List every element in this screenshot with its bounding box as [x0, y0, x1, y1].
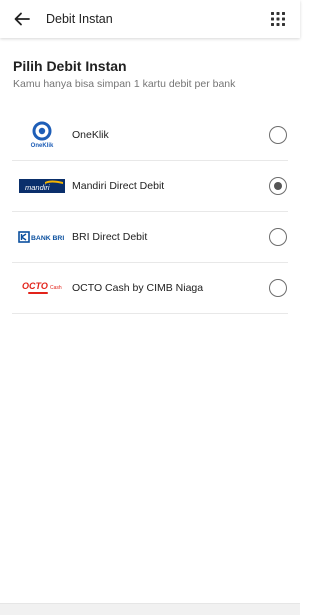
section-subtitle: Kamu hanya bisa simpan 1 kartu debit per…	[13, 78, 236, 90]
octo-cash-logo: OCTO Cash	[12, 274, 72, 302]
radio-oneklik[interactable]	[269, 126, 287, 144]
bri-logo: BANK BRI	[12, 223, 72, 251]
apps-grid-icon	[271, 12, 285, 26]
mandiri-logo: mandiri	[12, 172, 72, 200]
oneklik-logo-text: OneKlik	[31, 143, 54, 149]
bottom-bar	[0, 603, 300, 615]
back-button[interactable]	[10, 7, 34, 31]
octo-logo-subtext: Cash	[50, 285, 62, 291]
octo-logo-text: OCTO	[22, 281, 48, 291]
section-title: Pilih Debit Instan	[13, 58, 127, 74]
debit-options-list: OneKlik OneKlik mandiri Mandiri Direct D…	[12, 110, 288, 314]
option-label: OCTO Cash by CIMB Niaga	[72, 282, 204, 294]
option-oneklik[interactable]: OneKlik OneKlik	[12, 110, 288, 161]
radio-selected-dot	[274, 182, 282, 190]
mandiri-logo-text: mandiri	[25, 183, 50, 192]
radio-mandiri-direct-debit[interactable]	[269, 177, 287, 195]
app-screen: Debit Instan Pilih Debit Instan Kamu han…	[0, 0, 300, 615]
oneklik-logo: OneKlik	[12, 121, 72, 149]
radio-octo-cash-cimb-niaga[interactable]	[269, 279, 287, 297]
option-mandiri-direct-debit[interactable]: mandiri Mandiri Direct Debit	[12, 161, 288, 212]
bri-logo-text: BANK BRI	[31, 235, 64, 242]
arrow-left-icon	[14, 12, 30, 26]
apps-menu-button[interactable]	[266, 7, 290, 31]
option-bri-direct-debit[interactable]: BANK BRI BRI Direct Debit	[12, 212, 288, 263]
option-label: OneKlik	[72, 129, 109, 141]
option-octo-cash-cimb-niaga[interactable]: OCTO Cash OCTO Cash by CIMB Niaga	[12, 263, 288, 314]
radio-bri-direct-debit[interactable]	[269, 228, 287, 246]
page-title: Debit Instan	[46, 12, 113, 26]
option-label: Mandiri Direct Debit	[72, 180, 165, 192]
option-label: BRI Direct Debit	[72, 231, 148, 243]
top-app-bar: Debit Instan	[0, 0, 300, 38]
